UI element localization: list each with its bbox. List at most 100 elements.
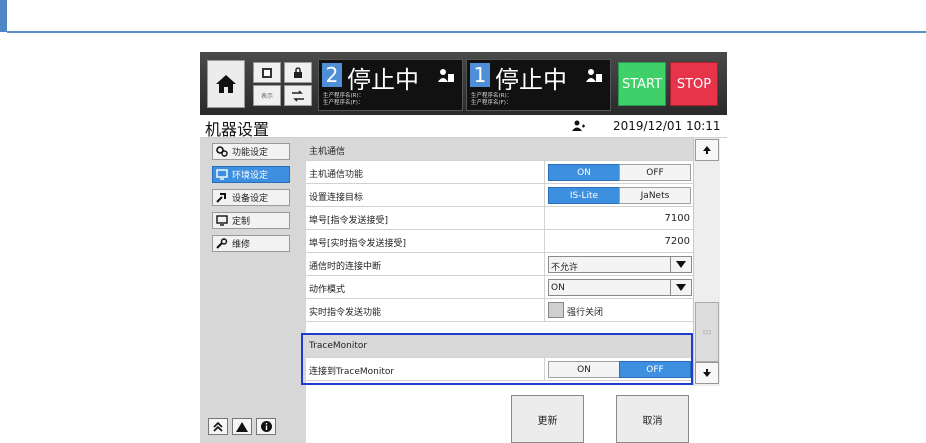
setting-row-host-comm: 主机通信功能 ON OFF [306, 161, 693, 184]
quick-icon-grid: 表示 [249, 60, 315, 108]
scroll-down-button[interactable] [695, 362, 719, 384]
display-icon-button[interactable] [253, 62, 281, 83]
collapse-button[interactable] [208, 418, 228, 435]
user-icon [572, 120, 585, 131]
status-number: 2 [322, 63, 342, 87]
status-panel-2: 2 停止中 生产程序名(R)： 生产程序名(F)： [318, 59, 463, 111]
mode-dropdown[interactable]: ON [548, 279, 692, 296]
checkbox-label: 强行关闭 [567, 308, 604, 318]
sidebar-item-custom[interactable]: 定制 [212, 212, 290, 229]
setting-value: IS-Lite JaNets [544, 184, 694, 207]
page-title: 机器设置 [205, 120, 270, 139]
operator-icon [586, 69, 602, 82]
lock-icon [294, 66, 302, 78]
dropdown-value: 不允许 [551, 263, 579, 273]
top-status-bar: 表示 2 停止中 生产程序名(R)： 生产程序名(F)： 1 停止中 生产程序名… [200, 52, 727, 115]
setting-value: ON [544, 276, 694, 299]
status-text: 停止中 [495, 66, 567, 94]
host-comm-off-button[interactable]: OFF [619, 164, 691, 181]
display-mode-button[interactable]: 表示 [253, 85, 281, 106]
display-mode-label: 表示 [260, 93, 273, 100]
sidebar-item-label: 定制 [232, 217, 251, 227]
port-rt-value: 7200 [664, 236, 690, 247]
datetime: 2019/12/01 10:11 [613, 119, 721, 133]
alarm-button[interactable] [232, 418, 252, 435]
sidebar-item-maintenance[interactable]: 维修 [212, 235, 290, 252]
dropdown-value: ON [551, 283, 565, 293]
program-name-lines: 生产程序名(R)： 生产程序名(F)： [471, 93, 512, 107]
scroll-up-button[interactable] [695, 139, 719, 161]
program-name-lines: 生产程序名(R)： 生产程序名(F)： [323, 93, 364, 107]
dropdown-arrow-icon [670, 280, 691, 295]
arrow-down-icon [703, 369, 711, 377]
page-accent-bar [0, 0, 7, 32]
program-line-f: 生产程序名(F)： [323, 100, 364, 106]
section-header-host: 主机通信 [306, 138, 693, 161]
monitor-icon [216, 169, 228, 180]
setting-label: 设置连接目标 [309, 193, 364, 203]
setting-value: 不允许 [544, 253, 694, 276]
arrow-up-icon [703, 146, 711, 154]
setting-row-port-rt: 埠号[实时指令发送接受] 7200 [306, 230, 693, 253]
setting-row-port-cmd: 埠号[指令发送接受] 7100 [306, 207, 693, 230]
wrench-icon [216, 238, 228, 249]
display-icon [262, 67, 272, 78]
highlight-box [301, 333, 693, 385]
title-bar: 机器设置 2019/12/01 10:11 [200, 115, 727, 139]
setting-row-target: 设置连接目标 IS-Lite JaNets [306, 184, 693, 207]
update-button[interactable]: 更新 [511, 395, 584, 443]
home-button[interactable] [207, 60, 245, 108]
page-header-line [7, 31, 926, 33]
scroll-thumb[interactable] [695, 302, 719, 362]
monitor-icon [216, 215, 228, 226]
home-icon [216, 75, 236, 93]
info-icon [260, 421, 272, 432]
sidebar-item-label: 设备设定 [232, 194, 269, 204]
setting-row-mode: 动作模式 ON [306, 276, 693, 299]
sidebar-item-environment[interactable]: 环境设定 [212, 166, 290, 183]
grip-icon [703, 330, 711, 335]
network-button[interactable] [284, 85, 312, 106]
sidebar-item-label: 功能设定 [232, 148, 269, 158]
sidebar-item-label: 环境设定 [232, 171, 269, 181]
tool-icon [216, 193, 226, 203]
status-number: 1 [470, 63, 490, 87]
setting-label: 实时指令发送功能 [309, 308, 382, 318]
section-title: 主机通信 [309, 147, 346, 157]
sidebar-item-device[interactable]: 设备设定 [212, 189, 290, 206]
setting-row-realtime: 实时指令发送功能 强行关闭 [306, 299, 693, 322]
target-janets-button[interactable]: JaNets [619, 187, 691, 204]
cancel-button[interactable]: 取消 [616, 395, 689, 443]
setting-label: 通信时的连接中断 [309, 262, 382, 272]
hmi-screen: 表示 2 停止中 生产程序名(R)： 生产程序名(F)： 1 停止中 生产程序名… [200, 52, 727, 443]
sidebar-item-label: 维修 [232, 240, 251, 250]
start-button[interactable]: START [618, 62, 666, 106]
program-line-r: 生产程序名(R)： [323, 93, 365, 99]
port-cmd-field[interactable]: 7100 [544, 207, 694, 230]
scrollbar[interactable] [693, 138, 720, 386]
setting-label: 主机通信功能 [309, 170, 364, 180]
disconnect-dropdown[interactable]: 不允许 [548, 256, 692, 273]
sidebar: 功能设定 环境设定 设备设定 定制 维修 [200, 138, 306, 443]
host-comm-on-button[interactable]: ON [548, 164, 620, 181]
status-panel-1: 1 停止中 生产程序名(R)： 生产程序名(F)： [466, 59, 611, 111]
lock-button[interactable] [284, 62, 312, 83]
setting-label: 埠号[实时指令发送接受] [309, 239, 407, 249]
operator-icon [438, 69, 454, 82]
info-button[interactable] [256, 418, 276, 435]
target-islite-button[interactable]: IS-Lite [548, 187, 620, 204]
program-line-r: 生产程序名(R)： [471, 93, 513, 99]
network-icon [292, 89, 304, 102]
setting-value: 强行关闭 [544, 299, 694, 322]
gears-icon [216, 146, 228, 157]
port-rt-field[interactable]: 7200 [544, 230, 694, 253]
setting-label: 埠号[指令发送接受] [309, 216, 389, 226]
dropdown-arrow-icon [670, 257, 691, 272]
force-off-checkbox[interactable] [548, 302, 564, 318]
port-cmd-value: 7100 [664, 213, 690, 224]
setting-row-disconnect: 通信时的连接中断 不允许 [306, 253, 693, 276]
warning-icon [236, 421, 248, 432]
stop-button[interactable]: STOP [670, 62, 718, 106]
sidebar-item-function[interactable]: 功能设定 [212, 143, 290, 160]
double-chevron-up-icon [213, 421, 223, 432]
